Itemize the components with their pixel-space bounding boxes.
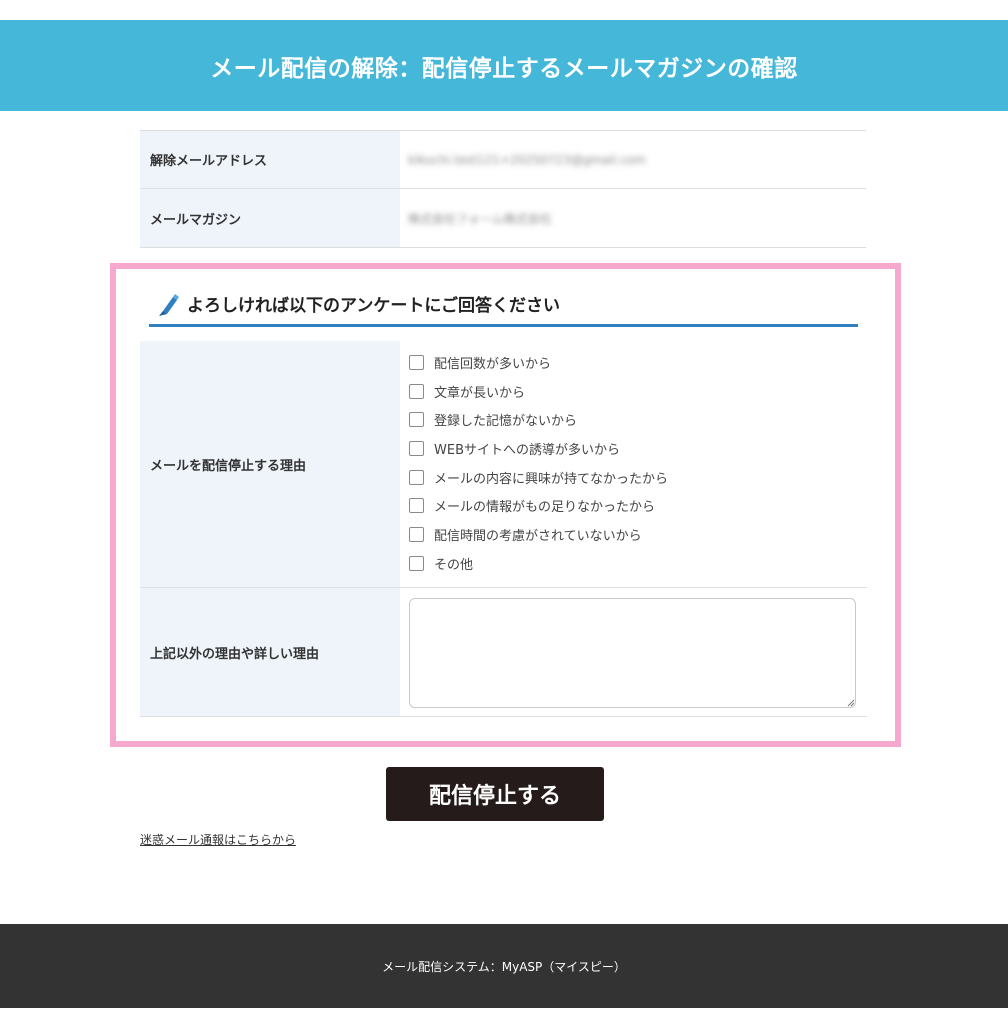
reason-row: メールを配信停止する理由 配信回数が多いから 文章が長いから 登録した記憶がない…	[140, 341, 867, 588]
detail-row: 上記以外の理由や詳しい理由	[140, 588, 867, 717]
checkbox[interactable]	[409, 383, 424, 399]
option-label: その他	[434, 557, 474, 573]
survey-panel: よろしければ以下のアンケートにご回答ください メールを配信停止する理由 配信回数…	[110, 263, 901, 747]
option-label: 登録した記憶がないから	[434, 414, 578, 430]
unsubscribe-info-table: 解除メールアドレス kikuchi.test121+20250723@gmail…	[140, 130, 866, 248]
reason-option[interactable]: 配信時間の考慮がされていないから	[409, 520, 668, 549]
option-label: メールの情報がもの足りなかったから	[434, 500, 656, 516]
option-label: 配信時間の考慮がされていないから	[434, 528, 642, 544]
option-label: 文章が長いから	[434, 385, 526, 401]
info-row-magazine: メールマガジン 株式会社フォーム株式会社	[140, 188, 866, 248]
survey-heading: よろしければ以下のアンケートにご回答ください	[149, 283, 858, 327]
pencil-icon	[159, 293, 179, 316]
checkbox[interactable]	[409, 498, 424, 514]
unsubscribe-button[interactable]: 配信停止する	[386, 767, 604, 821]
checkbox[interactable]	[409, 555, 424, 571]
option-label: WEBサイトへの誘導が多いから	[434, 442, 620, 458]
reason-options: 配信回数が多いから 文章が長いから 登録した記憶がないから WEBサイトへの誘導…	[400, 341, 867, 587]
detail-label: 上記以外の理由や詳しい理由	[140, 588, 400, 716]
reason-option[interactable]: WEBサイトへの誘導が多いから	[409, 434, 668, 463]
page-footer: メール配信システム：MyASP（マイスピー）	[0, 924, 1008, 1008]
reason-option[interactable]: メールの情報がもの足りなかったから	[409, 491, 668, 520]
magazine-value: 株式会社フォーム株式会社	[408, 211, 552, 226]
checkbox[interactable]	[409, 469, 424, 485]
option-label: メールの内容に興味が持てなかったから	[434, 471, 669, 487]
page-header: メール配信の解除：配信停止するメールマガジンの確認	[0, 20, 1008, 111]
email-label: 解除メールアドレス	[140, 131, 400, 188]
email-value: kikuchi.test121+20250723@gmail.com	[408, 152, 646, 167]
reason-label: メールを配信停止する理由	[140, 341, 400, 587]
reason-option[interactable]: 登録した記憶がないから	[409, 405, 668, 434]
info-row-email: 解除メールアドレス kikuchi.test121+20250723@gmail…	[140, 130, 866, 188]
spam-report-link[interactable]: 迷惑メール通報はこちらから	[140, 831, 296, 848]
survey-heading-text: よろしければ以下のアンケートにご回答ください	[187, 296, 560, 316]
page-title: メール配信の解除：配信停止するメールマガジンの確認	[210, 55, 798, 82]
checkbox[interactable]	[409, 412, 424, 428]
reason-option[interactable]: 配信回数が多いから	[409, 348, 668, 377]
checkbox[interactable]	[409, 440, 424, 456]
checkbox[interactable]	[409, 354, 424, 370]
detail-body	[400, 588, 867, 716]
detail-textarea[interactable]	[409, 598, 856, 708]
reason-option[interactable]: 文章が長いから	[409, 377, 668, 406]
reason-option[interactable]: その他	[409, 549, 668, 578]
option-label: 配信回数が多いから	[434, 356, 552, 372]
resize-grip-icon[interactable]	[847, 699, 855, 707]
reason-checkbox-list: 配信回数が多いから 文章が長いから 登録した記憶がないから WEBサイトへの誘導…	[409, 348, 668, 578]
checkbox[interactable]	[409, 526, 424, 542]
magazine-label: メールマガジン	[140, 189, 400, 247]
reason-option[interactable]: メールの内容に興味が持てなかったから	[409, 463, 668, 492]
footer-text: メール配信システム：MyASP（マイスピー）	[382, 959, 626, 974]
